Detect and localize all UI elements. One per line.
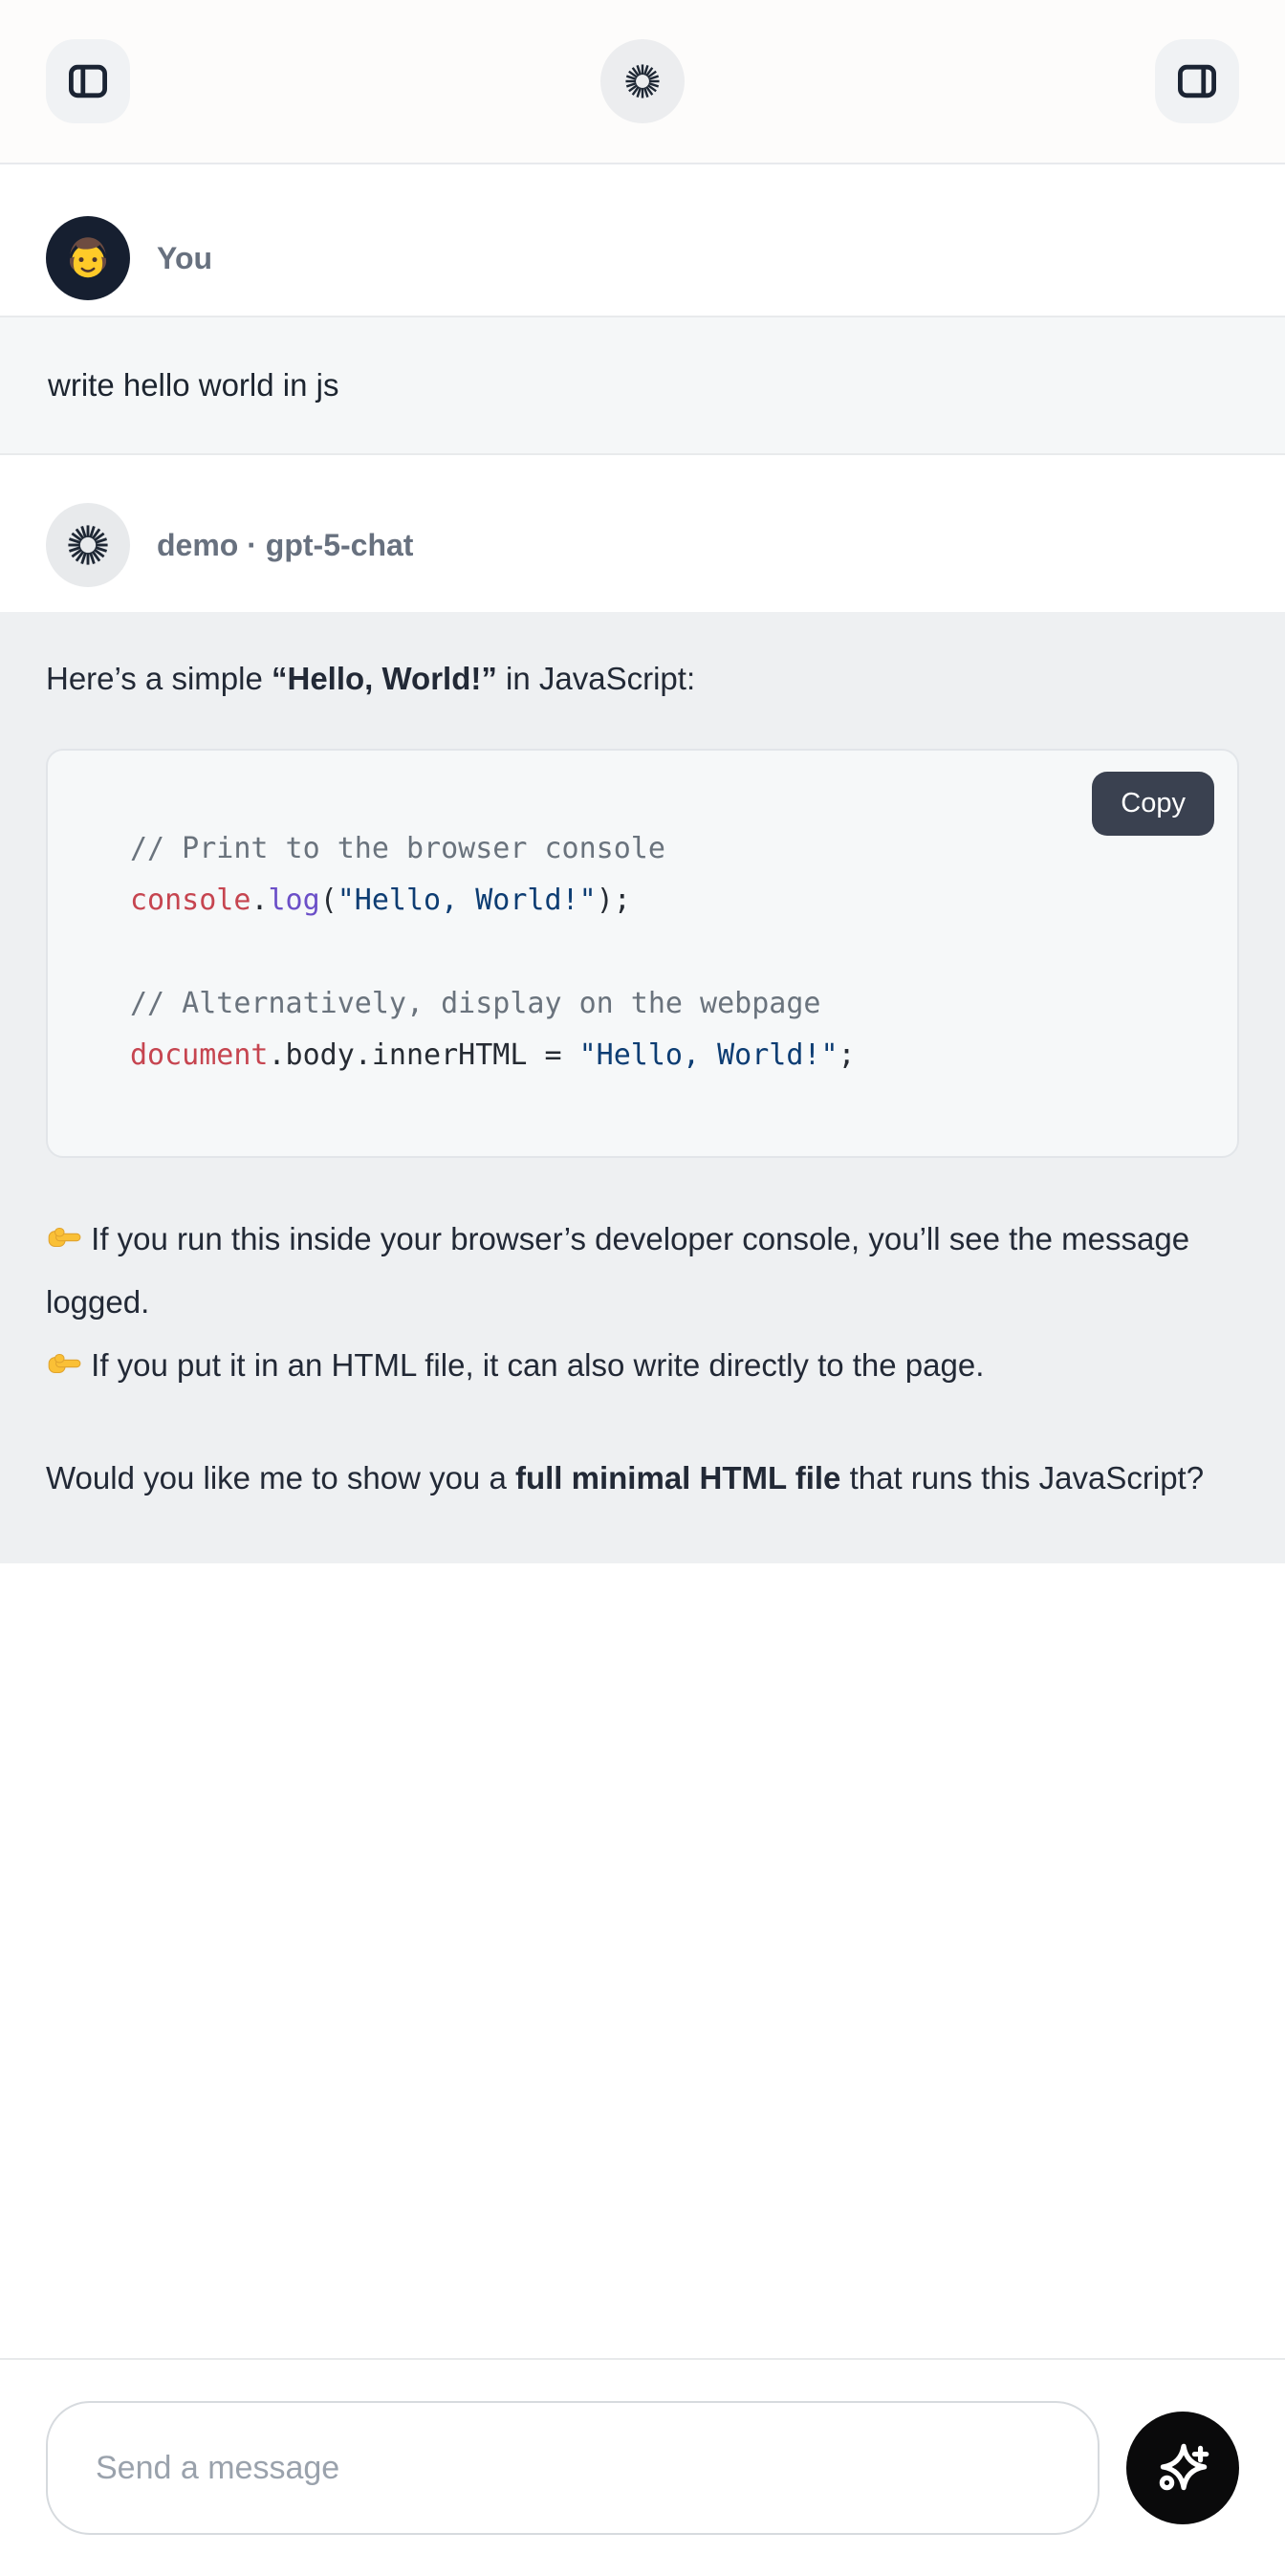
- model-status-button[interactable]: [600, 39, 685, 123]
- message-input[interactable]: [46, 2401, 1100, 2535]
- panel-right-icon: [1174, 58, 1220, 104]
- assistant-message-block: demo · gpt-5-chat Here’s a simple “Hello…: [0, 455, 1285, 1563]
- composer-bar: [0, 2358, 1285, 2576]
- user-message: write hello world in js: [0, 316, 1285, 455]
- sparkle-icon: [1151, 2436, 1214, 2500]
- user-message-block: You write hello world in js: [0, 164, 1285, 455]
- person-emoji-icon: [61, 231, 115, 285]
- send-button[interactable]: [1126, 2412, 1239, 2524]
- user-message-text: write hello world in js: [48, 367, 338, 403]
- assistant-author-label: demo · gpt-5-chat: [157, 528, 413, 563]
- user-avatar: [46, 216, 130, 300]
- top-bar: [0, 0, 1285, 164]
- code-content: // Print to the browser consoleconsole.l…: [130, 823, 1199, 1081]
- code-block: Copy // Print to the browser consolecons…: [46, 749, 1239, 1158]
- panel-left-icon: [65, 58, 111, 104]
- assistant-intro-text: Here’s a simple “Hello, World!” in JavaS…: [46, 658, 1239, 701]
- starburst-icon: [62, 519, 114, 571]
- user-author-label: You: [157, 241, 212, 276]
- sidebar-toggle-button[interactable]: [46, 39, 130, 123]
- user-author-row: You: [0, 216, 1285, 300]
- assistant-paragraph: Would you like me to show you a full min…: [46, 1447, 1239, 1510]
- pointing-right-emoji: [46, 1345, 82, 1382]
- assistant-paragraph: If you run this inside your browser’s de…: [46, 1208, 1239, 1397]
- chat-scroll-area[interactable]: [0, 1563, 1285, 2358]
- starburst-icon: [621, 59, 664, 103]
- right-panel-toggle-button[interactable]: [1155, 39, 1239, 123]
- assistant-message-body: Here’s a simple “Hello, World!” in JavaS…: [0, 612, 1285, 1563]
- assistant-author-row: demo · gpt-5-chat: [0, 503, 1285, 587]
- copy-button[interactable]: Copy: [1092, 772, 1214, 836]
- assistant-avatar: [46, 503, 130, 587]
- pointing-right-emoji: [46, 1219, 82, 1255]
